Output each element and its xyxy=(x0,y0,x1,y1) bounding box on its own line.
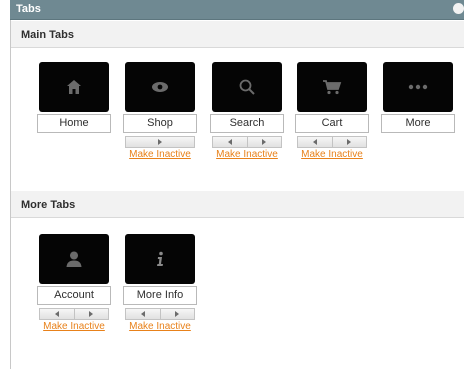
move-left-button[interactable] xyxy=(126,309,161,319)
make-inactive-link-cart[interactable]: Make Inactive xyxy=(289,149,375,160)
user-icon xyxy=(66,251,82,267)
move-right-button[interactable] xyxy=(126,137,194,147)
panel-header: Tabs xyxy=(10,0,464,20)
more-info-mover xyxy=(125,308,195,320)
more-icon xyxy=(408,84,428,90)
move-left-button[interactable] xyxy=(40,309,75,319)
arrow-left-icon xyxy=(54,311,59,317)
tab-label-shop[interactable]: Shop xyxy=(123,114,197,133)
panel-title: Tabs xyxy=(16,3,41,15)
tab-label-search[interactable]: Search xyxy=(210,114,284,133)
move-right-button[interactable] xyxy=(74,309,108,319)
arrow-left-icon xyxy=(140,311,145,317)
move-right-button[interactable] xyxy=(247,137,281,147)
search-mover xyxy=(212,136,282,148)
tab-label-more[interactable]: More xyxy=(381,114,455,133)
make-inactive-link-search[interactable]: Make Inactive xyxy=(204,149,290,160)
move-left-button[interactable] xyxy=(213,137,248,147)
arrow-right-icon xyxy=(89,311,94,317)
arrow-left-icon xyxy=(312,139,317,145)
home-icon xyxy=(67,80,81,94)
cart-icon xyxy=(323,80,342,95)
panel-body: Main Tabs Home Shop Make Inactive Search… xyxy=(10,20,464,369)
main-tabs-title: Main Tabs xyxy=(21,29,74,41)
main-tabs-header: Main Tabs xyxy=(11,21,464,48)
move-left-button[interactable] xyxy=(298,137,333,147)
more-tabs-title: More Tabs xyxy=(21,199,76,211)
search-icon xyxy=(239,79,255,95)
make-inactive-link-shop[interactable]: Make Inactive xyxy=(117,149,203,160)
more-tile[interactable] xyxy=(383,62,453,112)
make-inactive-link-account[interactable]: Make Inactive xyxy=(31,321,117,332)
arrow-right-icon xyxy=(175,311,180,317)
tab-label-more-info[interactable]: More Info xyxy=(123,286,197,305)
info-icon xyxy=(157,251,163,266)
home-tile[interactable] xyxy=(39,62,109,112)
arrow-right-icon xyxy=(262,139,267,145)
cart-mover xyxy=(297,136,367,148)
tab-label-cart[interactable]: Cart xyxy=(295,114,369,133)
cart-tile[interactable] xyxy=(297,62,367,112)
shop-tile[interactable] xyxy=(125,62,195,112)
arrow-left-icon xyxy=(227,139,232,145)
tab-label-home[interactable]: Home xyxy=(37,114,111,133)
more-tabs-header: More Tabs xyxy=(11,191,464,218)
account-tile[interactable] xyxy=(39,234,109,284)
arrow-right-icon xyxy=(158,139,162,145)
arrow-right-icon xyxy=(347,139,352,145)
more-info-tile[interactable] xyxy=(125,234,195,284)
account-mover xyxy=(39,308,109,320)
make-inactive-link-more-info[interactable]: Make Inactive xyxy=(117,321,203,332)
shop-mover xyxy=(125,136,195,148)
tab-label-account[interactable]: Account xyxy=(37,286,111,305)
collapse-icon[interactable] xyxy=(453,3,464,14)
move-right-button[interactable] xyxy=(332,137,366,147)
move-right-button[interactable] xyxy=(160,309,194,319)
search-tile[interactable] xyxy=(212,62,282,112)
eye-icon xyxy=(152,82,168,92)
